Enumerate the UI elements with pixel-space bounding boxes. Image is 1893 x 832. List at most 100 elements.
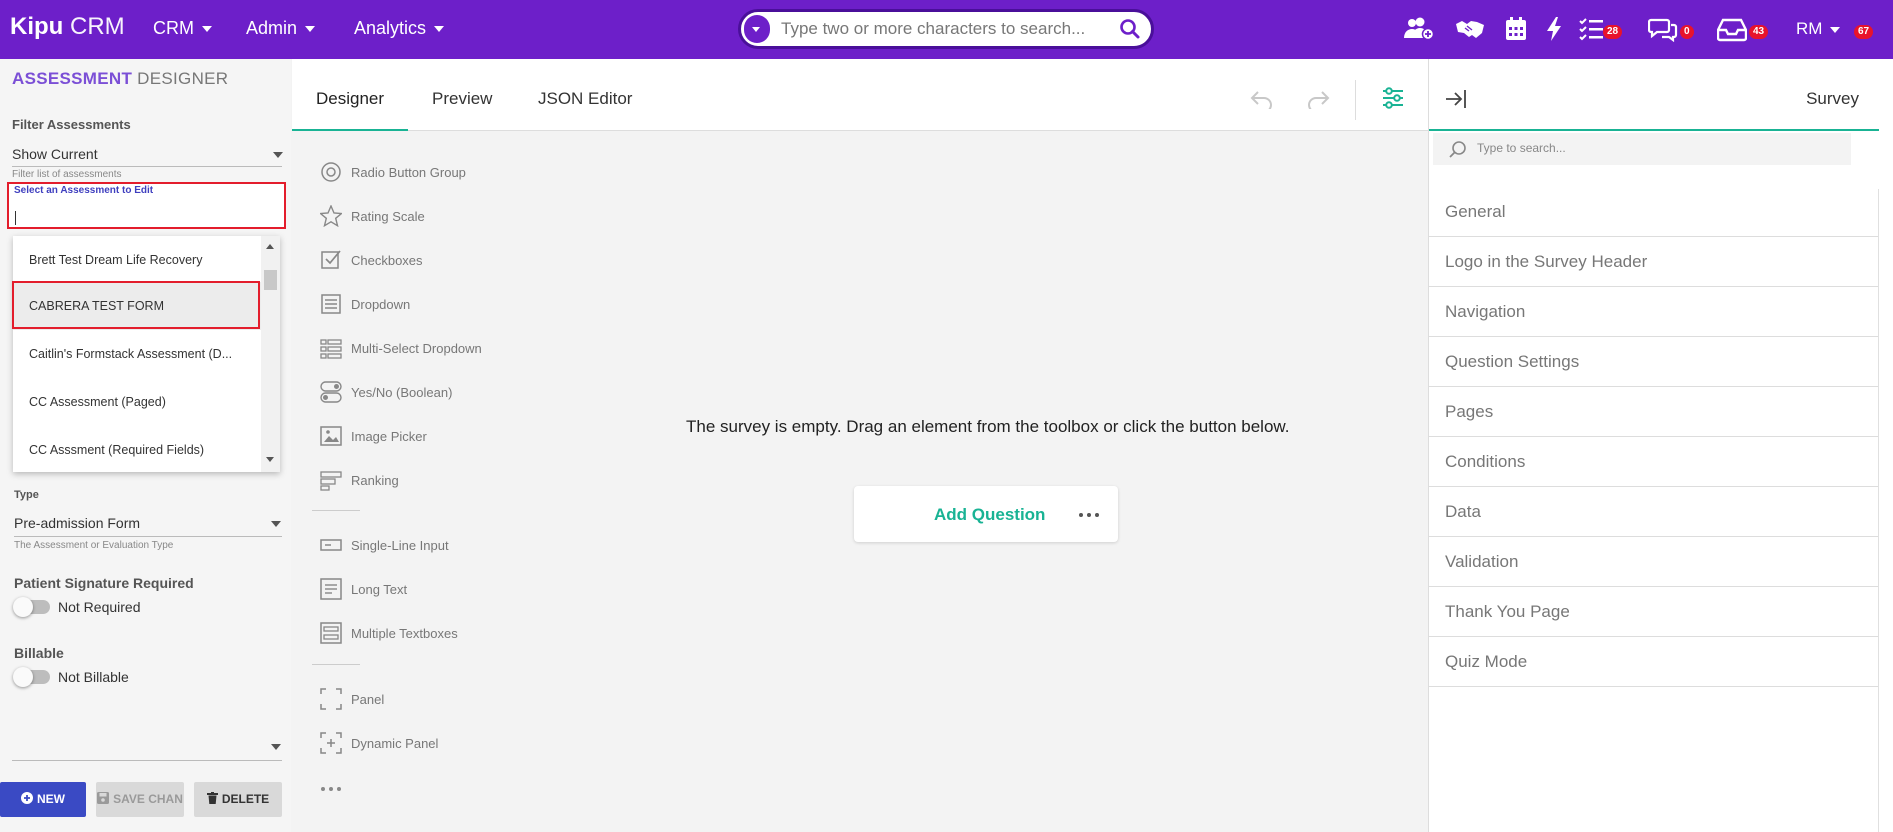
image-icon: [320, 426, 342, 446]
top-navbar: Kipu CRM CRM Admin Analytics 28 0 43 RM …: [0, 0, 1893, 59]
signature-value: Not Required: [58, 599, 141, 615]
type-label: Type: [14, 489, 39, 501]
scroll-up-icon[interactable]: [266, 244, 274, 249]
section-logo[interactable]: Logo in the Survey Header: [1429, 237, 1878, 287]
chevron-down-icon[interactable]: [271, 744, 281, 750]
assessment-dropdown-list: Brett Test Dream Life Recovery CABRERA T…: [13, 236, 280, 472]
brand-logo[interactable]: Kipu CRM: [10, 13, 125, 41]
settings-sliders-icon[interactable]: [1381, 86, 1405, 110]
more-options-icon[interactable]: [1078, 512, 1102, 518]
scrollbar-thumb[interactable]: [264, 270, 277, 290]
filter-select[interactable]: Show Current: [12, 146, 98, 162]
toggle-knob: [13, 597, 33, 617]
calendar-icon[interactable]: [1505, 16, 1527, 42]
ranking-icon: [320, 471, 342, 491]
tool-label: Single-Line Input: [351, 538, 449, 553]
tab-preview[interactable]: Preview: [432, 89, 492, 109]
inbox-icon[interactable]: [1717, 16, 1747, 42]
add-contact-icon[interactable]: [1403, 16, 1435, 42]
global-search: [738, 9, 1154, 49]
filter-label: Filter Assessments: [12, 117, 131, 132]
tasks-badge: 28: [1603, 25, 1623, 39]
task-list-icon[interactable]: [1578, 16, 1604, 42]
section-validation[interactable]: Validation: [1429, 537, 1878, 587]
global-search-input[interactable]: [781, 18, 1101, 40]
text-input-icon: [320, 539, 342, 551]
type-select[interactable]: Pre-admission Form: [14, 515, 140, 531]
section-conditions[interactable]: Conditions: [1429, 437, 1878, 487]
nav-analytics-label: Analytics: [354, 18, 427, 38]
list-scrollbar[interactable]: [261, 236, 280, 472]
delete-button[interactable]: DELETE: [194, 782, 282, 817]
save-button-label: SAVE CHAN: [113, 792, 183, 806]
chevron-down-icon[interactable]: [273, 152, 283, 158]
list-item[interactable]: CC Assessment (Paged): [13, 378, 261, 426]
list-item[interactable]: CC Asssment (Required Fields): [13, 426, 261, 472]
redo-icon[interactable]: [1306, 89, 1330, 109]
panel-edge: [1878, 189, 1879, 832]
toggle-icon: [320, 381, 342, 403]
user-badge: 67: [1854, 25, 1874, 39]
chevron-down-icon: [202, 26, 212, 33]
property-search-input[interactable]: [1477, 141, 1837, 155]
empty-survey-message: The survey is empty. Drag an element fro…: [686, 417, 1290, 436]
nav-admin[interactable]: Admin: [246, 17, 316, 39]
section-data[interactable]: Data: [1429, 487, 1878, 537]
tool-label: Panel: [351, 692, 385, 707]
chat-icon[interactable]: [1648, 16, 1678, 42]
plus-circle-icon: [21, 792, 33, 804]
tool-label: Long Text: [351, 582, 408, 597]
section-pages[interactable]: Pages: [1429, 387, 1878, 437]
tool-label: Dropdown: [351, 297, 411, 312]
list-item[interactable]: Brett Test Dream Life Recovery: [13, 236, 261, 284]
multiple-text-icon: [320, 622, 342, 644]
tool-label: Ranking: [351, 473, 399, 488]
signature-toggle[interactable]: [13, 597, 50, 617]
tool-label: Image Picker: [351, 429, 427, 444]
chevron-down-icon: [1830, 26, 1841, 33]
chevron-down-icon: [305, 26, 316, 33]
more-tools-icon[interactable]: [320, 786, 344, 792]
list-item[interactable]: Caitlin's Formstack Assessment (D...: [13, 330, 261, 378]
search-icon: [1449, 141, 1466, 158]
text-cursor: [15, 211, 16, 225]
radio-icon: [321, 162, 341, 182]
signature-label: Patient Signature Required: [14, 575, 194, 591]
multi-select-icon: [320, 339, 342, 359]
filter-hint: Filter list of assessments: [12, 169, 122, 180]
section-navigation[interactable]: Navigation: [1429, 287, 1878, 337]
scroll-down-icon[interactable]: [266, 457, 274, 462]
tab-json-editor[interactable]: JSON Editor: [538, 89, 632, 109]
collapse-panel-icon[interactable]: [1445, 89, 1467, 109]
save-changes-button[interactable]: SAVE CHAN: [96, 782, 184, 817]
tool-label: Multiple Textboxes: [351, 626, 458, 641]
question-toolbox: Radio Button Group Rating Scale Checkbox…: [292, 132, 492, 832]
tab-designer[interactable]: Designer: [316, 89, 384, 109]
add-question-button[interactable]: Add Question: [934, 505, 1045, 525]
save-icon: [97, 792, 110, 804]
billable-toggle[interactable]: [13, 667, 50, 687]
new-button[interactable]: NEW: [0, 782, 86, 817]
undo-icon[interactable]: [1250, 89, 1274, 109]
chevron-down-icon: [752, 27, 760, 32]
delete-button-label: DELETE: [221, 792, 270, 806]
user-menu[interactable]: RM: [1796, 19, 1841, 39]
search-scope-dropdown[interactable]: [744, 15, 770, 43]
property-grid-header: Survey: [1429, 59, 1879, 131]
section-quiz-mode[interactable]: Quiz Mode: [1429, 637, 1878, 687]
messages-badge: 0: [1680, 25, 1694, 39]
nav-analytics[interactable]: Analytics: [354, 17, 445, 39]
lightning-icon[interactable]: [1545, 16, 1563, 42]
section-question-settings[interactable]: Question Settings: [1429, 337, 1878, 387]
assessment-edit-field[interactable]: Select an Assessment to Edit: [7, 182, 286, 229]
type-hint: The Assessment or Evaluation Type: [14, 540, 174, 551]
chevron-down-icon[interactable]: [271, 521, 281, 527]
section-thank-you-page[interactable]: Thank You Page: [1429, 587, 1878, 637]
tool-label: Radio Button Group: [351, 165, 466, 180]
selection-highlight: [12, 281, 260, 329]
property-grid: Survey General Logo in the Survey Header…: [1428, 59, 1893, 832]
search-icon[interactable]: [1119, 18, 1141, 40]
handshake-icon[interactable]: [1455, 16, 1485, 42]
section-general[interactable]: General: [1429, 187, 1878, 237]
nav-crm[interactable]: CRM: [153, 17, 212, 39]
